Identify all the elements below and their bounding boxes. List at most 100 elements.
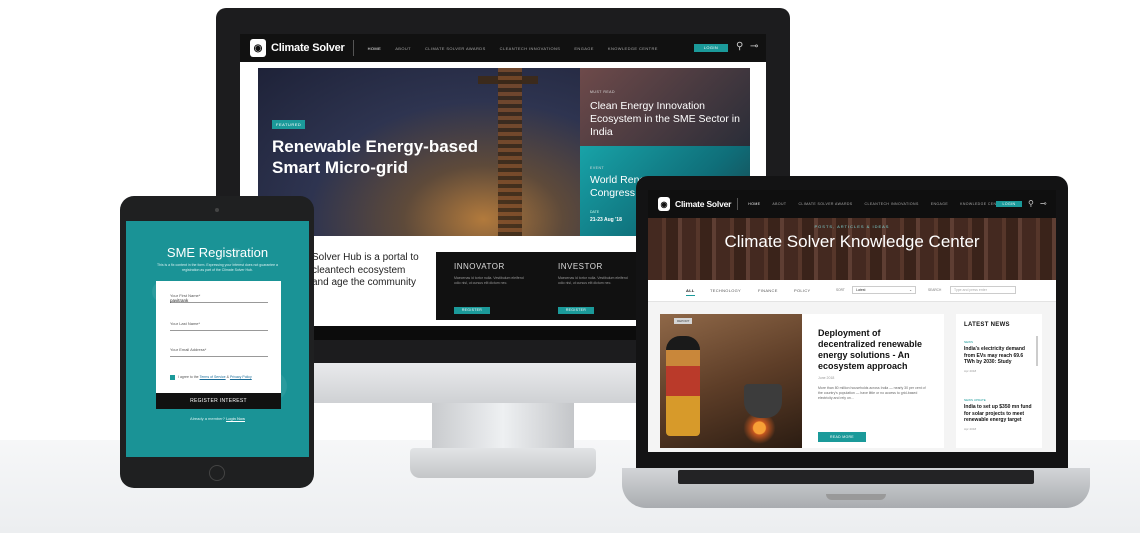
nav-item-about[interactable]: ABOUT [395, 46, 411, 51]
investor-title: INVESTOR [558, 262, 603, 271]
sort-select[interactable]: Latest ⌄ [852, 286, 916, 294]
hero-tagline: POSTS, ARTICLES & IDEAS [814, 224, 890, 229]
card-title: Clean Energy Innovation Ecosystem in the… [590, 100, 740, 138]
latest-news-title: LATEST NEWS [964, 322, 1010, 328]
agree-and: & [226, 375, 229, 379]
news-item[interactable]: NEWS India's electricity demand from EVs… [964, 340, 1034, 373]
news-date: Apr 2018 [964, 426, 977, 431]
article-image: REPORT [660, 314, 802, 448]
news-tag: NEWS [964, 340, 973, 344]
nav-item-engage[interactable]: ENGAGE [574, 46, 594, 51]
news-scrollbar[interactable] [1036, 336, 1038, 366]
panda-logo-icon: ◉ [250, 39, 266, 57]
knowledge-center-hero: POSTS, ARTICLES & IDEAS Climate Solver K… [648, 218, 1056, 280]
nav-divider [737, 198, 739, 210]
registration-subtitle: This is a fix content in the form. Expre… [156, 263, 278, 272]
tower-image [498, 68, 522, 236]
agree-checkbox[interactable] [170, 375, 175, 380]
agree-label: I agree to the Terms of Service & Privac… [178, 375, 252, 379]
registration-title: SME Registration [166, 245, 269, 260]
share-icon[interactable]: ⊸ [1040, 199, 1047, 208]
agree-prefix: I agree to the [178, 375, 199, 379]
news-date: Apr 2018 [964, 368, 977, 373]
nav-item-home[interactable]: HOME [368, 46, 382, 51]
site-logo[interactable]: ◉ Climate Solver [250, 39, 345, 57]
tablet-screen: SME Registration This is a fix content i… [126, 221, 309, 457]
nav-item-innovations[interactable]: CLEANTECH INNOVATIONS [500, 46, 561, 51]
login-button[interactable]: LOGIN [996, 201, 1022, 207]
article-title[interactable]: Deployment of decentralized renewable en… [818, 328, 930, 372]
nav-item-awards[interactable]: CLIMATE SOLVER AWARDS [798, 202, 852, 206]
must-read-card[interactable]: MUST READ Clean Energy Innovation Ecosys… [580, 68, 750, 146]
tab-technology[interactable]: TECHNOLOGY [710, 288, 741, 293]
terms-link[interactable]: Terms of Service [200, 375, 226, 379]
member-text: Already a member? [190, 416, 225, 421]
article-date: June 2018 [818, 376, 835, 380]
investor-register-button[interactable]: REGISTER [558, 307, 594, 314]
tablet-camera [215, 208, 219, 212]
email-label: Your Email Address* [170, 347, 207, 352]
knowledge-center-title: Climate Solver Knowledge Center [724, 232, 980, 251]
woman-figure [666, 336, 700, 436]
featured-article-card[interactable]: REPORT Deployment of decentralized renew… [660, 314, 944, 448]
tab-all[interactable]: ALL [686, 288, 695, 296]
laptop-trackpad-notch [826, 494, 886, 500]
panda-logo-icon: ◉ [658, 197, 670, 211]
search-icon[interactable]: ⚲ [1028, 199, 1034, 208]
laptop-nav-menu: HOME ABOUT CLIMATE SOLVER AWARDS CLEANTE… [748, 202, 1004, 206]
event-date: 21-23 Aug '18 [590, 217, 622, 223]
desktop-nav-menu: HOME ABOUT CLIMATE SOLVER AWARDS CLEANTE… [368, 46, 658, 51]
sort-label: SORT [836, 288, 845, 292]
search-icon[interactable]: ⚲ [736, 41, 743, 52]
tab-finance[interactable]: FINANCE [758, 288, 778, 293]
nav-item-home[interactable]: HOME [748, 202, 760, 206]
register-interest-button[interactable]: REGISTER INTEREST [156, 393, 281, 409]
nav-item-awards[interactable]: CLIMATE SOLVER AWARDS [425, 46, 486, 51]
privacy-link[interactable]: Privacy Policy [230, 375, 252, 379]
nav-item-knowledge[interactable]: KNOWLEDGE CENTRE [608, 46, 658, 51]
registration-form: Your First Name* pavitrank Your Last Nam… [156, 281, 281, 393]
laptop-keyboard [678, 470, 1034, 484]
search-input[interactable]: Type and press enter [950, 286, 1016, 294]
login-now-link[interactable]: Login Now [226, 416, 245, 421]
last-name-label: Your Last Name* [170, 321, 201, 326]
first-name-field[interactable]: Your First Name* pavitrank [170, 293, 268, 303]
brand-name: Climate Solver [675, 199, 732, 209]
innovator-title: INNOVATOR [454, 262, 505, 271]
hub-intro-text: Solver Hub is a portal to cleantech ecos… [312, 252, 419, 288]
last-name-field[interactable]: Your Last Name* [170, 321, 268, 331]
investor-cta: INVESTOR Maecenas id tortor nulla. Vesti… [540, 252, 640, 320]
nav-divider [352, 40, 354, 56]
search-label: SEARCH [928, 288, 942, 292]
first-name-value: pavitrank [170, 298, 189, 303]
monitor-stand-foot [410, 448, 596, 478]
article-excerpt: More than 80 million households across I… [818, 386, 926, 400]
email-field[interactable]: Your Email Address* [170, 347, 268, 357]
event-date-label: DATE [590, 210, 600, 214]
sort-value: Latest [856, 288, 866, 292]
card-tag: MUST READ [590, 90, 616, 94]
share-icon[interactable]: ⊸ [750, 41, 758, 52]
login-button[interactable]: LOGIN [694, 44, 728, 52]
news-tag: NEWS UPDATE [964, 398, 986, 402]
news-headline: India to set up $350 mn fund for solar p… [964, 404, 1032, 423]
brand-name: Climate Solver [271, 42, 345, 54]
latest-news-panel: LATEST NEWS NEWS India's electricity dem… [956, 314, 1042, 448]
featured-badge: FEATURED [272, 120, 306, 129]
article-badge: REPORT [674, 318, 693, 324]
innovator-register-button[interactable]: REGISTER [454, 307, 490, 314]
site-logo[interactable]: ◉ Climate Solver [658, 197, 731, 211]
news-item[interactable]: NEWS UPDATE India to set up $350 mn fund… [964, 398, 1034, 431]
innovator-text: Maecenas id tortor nulla. Vestibulum ele… [454, 276, 524, 285]
monitor-stand-neck [432, 403, 574, 451]
nav-item-innovations[interactable]: CLEANTECH INNOVATIONS [865, 202, 919, 206]
chevron-down-icon: ⌄ [909, 288, 912, 292]
tablet-home-button [209, 465, 225, 481]
cooking-pot [744, 384, 782, 418]
nav-item-about[interactable]: ABOUT [772, 202, 786, 206]
filter-bar: ALL TECHNOLOGY FINANCE POLICY SORT Lates… [648, 280, 1056, 302]
read-more-button[interactable]: READ MORE [818, 432, 866, 442]
tab-policy[interactable]: POLICY [794, 288, 810, 293]
investor-text: Maecenas id tortor nulla. Vestibulum ele… [558, 276, 628, 285]
nav-item-engage[interactable]: ENGAGE [931, 202, 948, 206]
